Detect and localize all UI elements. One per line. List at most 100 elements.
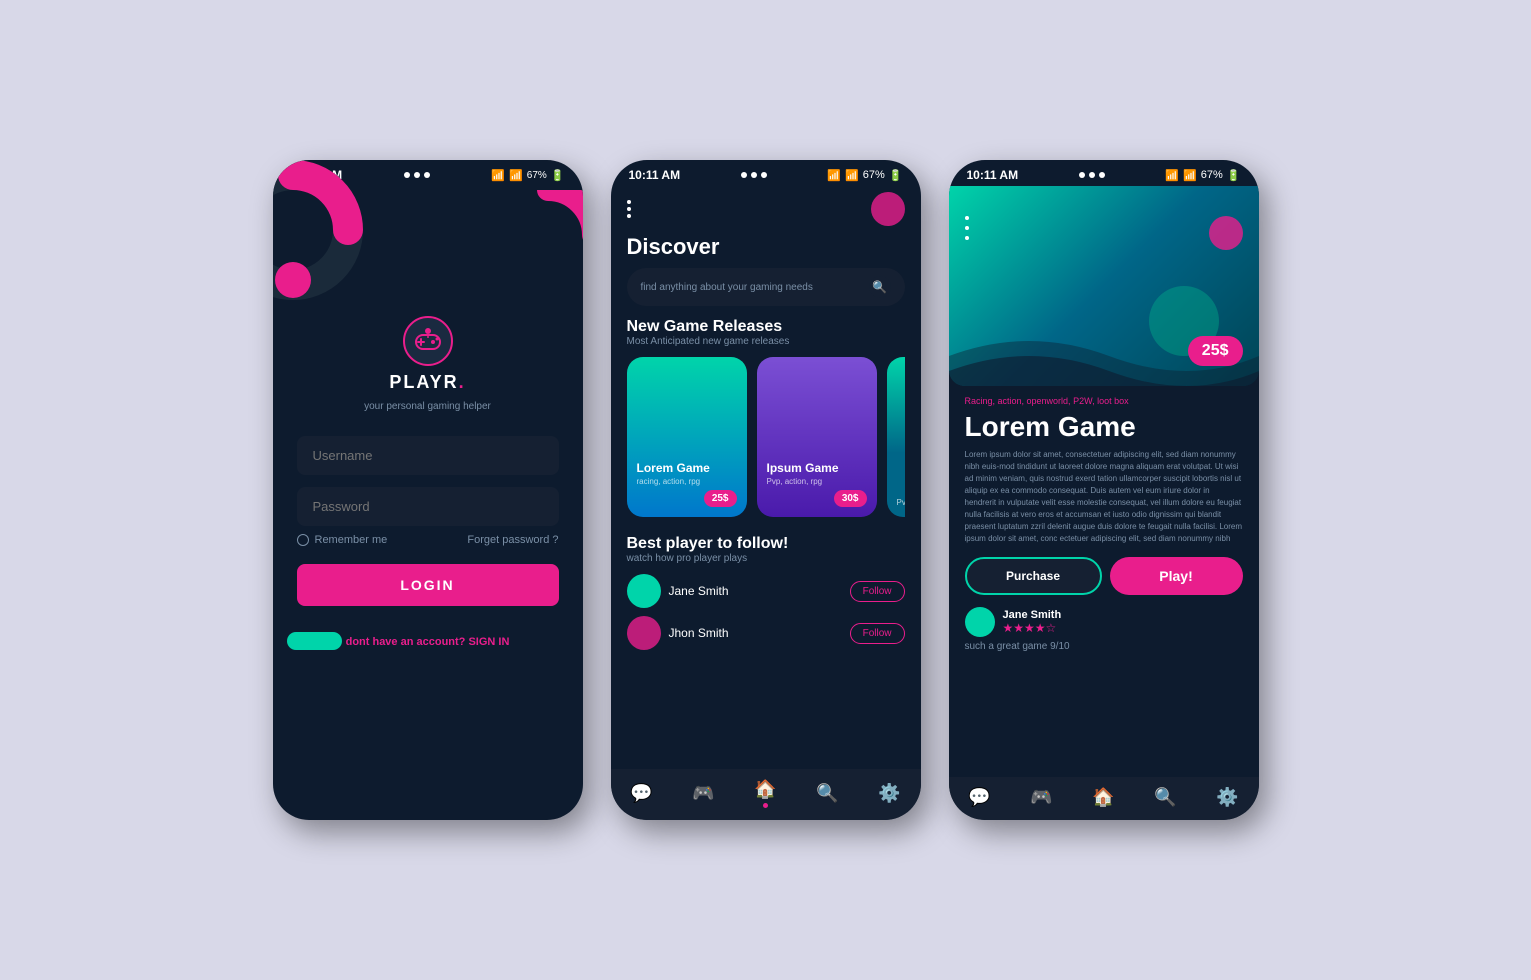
gamepad-logo-icon [413,326,443,356]
dot2 [414,172,420,178]
nav-settings-2[interactable]: ⚙️ [878,783,900,804]
game-card-1[interactable]: Lorem Game racing, action, rpg 25$ [627,357,747,517]
remember-label: Remember me [315,534,388,546]
signal-icon-2: 📶 [845,169,859,182]
nav-settings-3[interactable]: ⚙️ [1216,787,1238,808]
review-text: such a great game 9/10 [965,641,1243,652]
nav-chat-2[interactable]: 💬 [630,783,652,804]
search-nav-icon-2: 🔍 [816,783,838,804]
battery-3: 67% [1201,169,1223,181]
nav-chat-3[interactable]: 💬 [968,787,990,808]
menu-button-2[interactable] [627,200,631,218]
settings-icon-3: ⚙️ [1216,787,1238,808]
game-header-image: 25$ [949,186,1259,386]
nav-home-3[interactable]: 🏠 [1092,787,1114,808]
game-card-3-tags: Pvp, act... [897,498,905,507]
player-name-2: Jhon Smith [669,626,729,640]
signup-text: dont have an account? SIGN IN [346,636,510,648]
username-input[interactable] [297,436,559,475]
play-button[interactable]: Play! [1110,557,1243,595]
gamepad-icon-2: 🎮 [692,783,714,804]
game-detail-body: Racing, action, openworld, P2W, loot box… [949,386,1259,777]
logo-icon [403,316,453,366]
review-user-info: Jane Smith ★★★★☆ [1003,609,1062,635]
review-user: Jane Smith ★★★★☆ [965,607,1243,637]
chat-icon-2: 💬 [630,783,652,804]
player-avatar-2 [627,616,661,650]
password-input[interactable] [297,487,559,526]
status-dots-2 [741,172,767,178]
search-nav-icon-3: 🔍 [1154,787,1176,808]
search-bar[interactable]: find anything about your gaming needs 🔍 [627,268,905,306]
menu-dot-a [965,216,969,220]
game-card-1-name: Lorem Game [637,461,737,475]
nav-search-2[interactable]: 🔍 [816,783,838,804]
player-item-2: Jhon Smith Follow [627,616,905,650]
search-icon: 🔍 [869,276,891,298]
logo-tagline: your personal gaming helper [364,401,491,412]
status-right-1: 📶 📶 67% 🔋 [491,169,564,182]
nav-home-2[interactable]: 🏠 [754,779,776,808]
purchase-button[interactable]: Purchase [965,557,1102,595]
game-card-3[interactable]: Pvp, act... [887,357,905,517]
home-icon-2: 🏠 [754,779,776,800]
player-left-2: Jhon Smith [627,616,729,650]
logo-area: PLAYR. your personal gaming helper [364,316,491,412]
remember-checkbox[interactable] [297,534,309,546]
game-card-2-price: 30$ [834,490,867,507]
player-avatar-1 [627,574,661,608]
nav-search-3[interactable]: 🔍 [1154,787,1176,808]
player-left-1: Jane Smith [627,574,729,608]
menu-dot-1 [627,200,631,204]
discover-title: Discover [627,234,905,260]
best-players-section: Best player to follow! watch how pro pla… [627,535,905,650]
bottom-nav-2: 💬 🎮 🏠 🔍 ⚙️ [611,769,921,820]
game-card-2[interactable]: Ipsum Game Pvp, action, rpg 30$ [757,357,877,517]
user-avatar-3[interactable] [1209,216,1243,250]
game-card-1-tags: racing, action, rpg [637,477,737,486]
review-section: Jane Smith ★★★★☆ such a great game 9/10 [965,607,1243,652]
dot1 [404,172,410,178]
status-bar-1: 10:11 AM 📶 📶 67% 🔋 [273,160,583,186]
signup-prompt: dont have an account? [346,636,466,648]
user-avatar-2[interactable] [871,192,905,226]
remember-me: Remember me [297,534,388,546]
game-card-2-name: Ipsum Game [767,461,867,475]
status-bar-3: 10:11 AM 📶 📶 67% 🔋 [949,160,1259,186]
home-icon-3: 🏠 [1092,787,1114,808]
action-buttons: Purchase Play! [965,557,1243,595]
nav-gamepad-3[interactable]: 🎮 [1030,787,1052,808]
battery-icon-1: 🔋 [551,169,565,182]
game-tags: Racing, action, openworld, P2W, loot box [965,396,1243,406]
header-menu[interactable] [965,216,969,240]
status-dots-3 [1079,172,1105,178]
top-nav-2 [627,192,905,226]
nav-gamepad-2[interactable]: 🎮 [692,783,714,804]
nav-dot-home-2 [763,803,768,808]
gamepad-icon-3: 🎮 [1030,787,1052,808]
status-right-3: 📶 📶 67% 🔋 [1165,169,1240,182]
new-games-title: New Game Releases [627,318,905,336]
forget-password-link[interactable]: Forget password ? [467,534,558,546]
status-time-1: 10:11 AM [291,168,343,182]
game-card-1-price: 25$ [704,490,737,507]
wifi-icon-2: 📶 [827,169,841,182]
follow-button-2[interactable]: Follow [850,623,905,644]
battery-1: 67% [527,170,547,181]
status-dots-1 [404,172,430,178]
menu-dot-3 [627,214,631,218]
login-button[interactable]: LOGIN [297,564,559,606]
follow-button-1[interactable]: Follow [850,581,905,602]
game-cards-list: Lorem Game racing, action, rpg 25$ Ipsum… [627,357,905,517]
status-right-2: 📶 📶 67% 🔋 [827,169,902,182]
reviewer-name: Jane Smith [1003,609,1062,621]
signin-link[interactable]: SIGN IN [468,636,509,648]
battery-2: 67% [863,169,885,181]
best-players-subtitle: watch how pro player plays [627,553,905,564]
logo-name: PLAYR. [389,372,465,393]
review-stars: ★★★★☆ [1003,621,1062,635]
phone-detail: 10:11 AM 📶 📶 67% 🔋 [949,160,1259,820]
wifi-icon-3: 📶 [1165,169,1179,182]
discover-content: Discover find anything about your gaming… [611,186,921,769]
best-players-title: Best player to follow! [627,535,905,553]
